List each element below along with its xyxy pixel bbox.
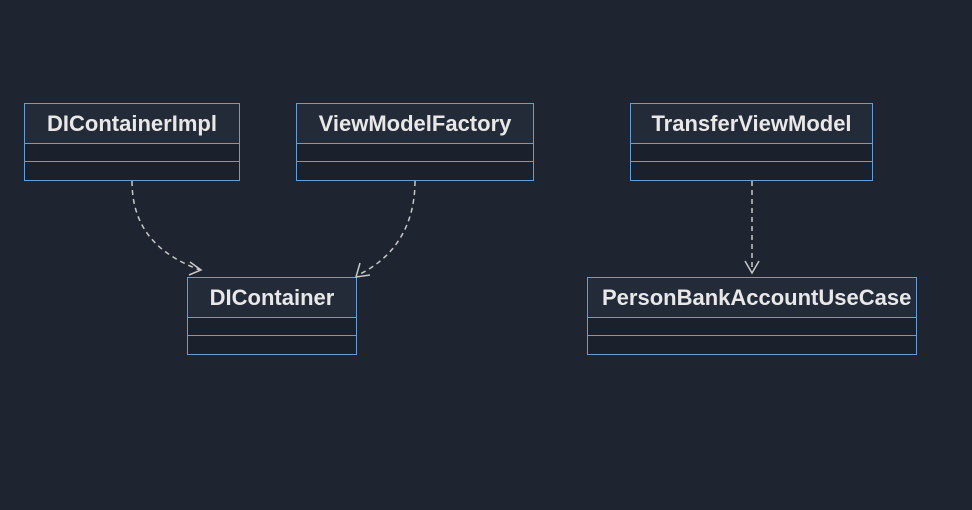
class-ops-viewmodelfactory	[297, 162, 533, 180]
arrowhead-dicontainerimpl-dicontainer	[189, 262, 201, 275]
class-ops-transferviewmodel	[631, 162, 872, 180]
connectors-layer	[0, 0, 972, 510]
class-title-viewmodelfactory: ViewModelFactory	[297, 104, 533, 144]
arrowhead-transferviewmodel-personbankaccountusecase	[745, 261, 759, 273]
class-attrs-personbankaccountusecase	[588, 318, 916, 336]
edge-dicontainerimpl-dicontainer	[132, 181, 200, 270]
class-ops-personbankaccountusecase	[588, 336, 916, 354]
class-title-transferviewmodel: TransferViewModel	[631, 104, 872, 144]
class-personbankaccountusecase: PersonBankAccountUseCase	[587, 277, 917, 355]
class-attrs-dicontainerimpl	[25, 144, 239, 162]
class-ops-dicontainer	[188, 336, 356, 354]
arrowhead-viewmodelfactory-dicontainer	[356, 263, 370, 277]
class-viewmodelfactory: ViewModelFactory	[296, 103, 534, 181]
class-dicontainerimpl: DIContainerImpl	[24, 103, 240, 181]
class-ops-dicontainerimpl	[25, 162, 239, 180]
class-attrs-dicontainer	[188, 318, 356, 336]
class-title-dicontainer: DIContainer	[188, 278, 356, 318]
edge-viewmodelfactory-dicontainer	[358, 181, 415, 275]
class-dicontainer: DIContainer	[187, 277, 357, 355]
class-title-dicontainerimpl: DIContainerImpl	[25, 104, 239, 144]
class-attrs-viewmodelfactory	[297, 144, 533, 162]
class-transferviewmodel: TransferViewModel	[630, 103, 873, 181]
class-attrs-transferviewmodel	[631, 144, 872, 162]
class-title-personbankaccountusecase: PersonBankAccountUseCase	[588, 278, 916, 318]
